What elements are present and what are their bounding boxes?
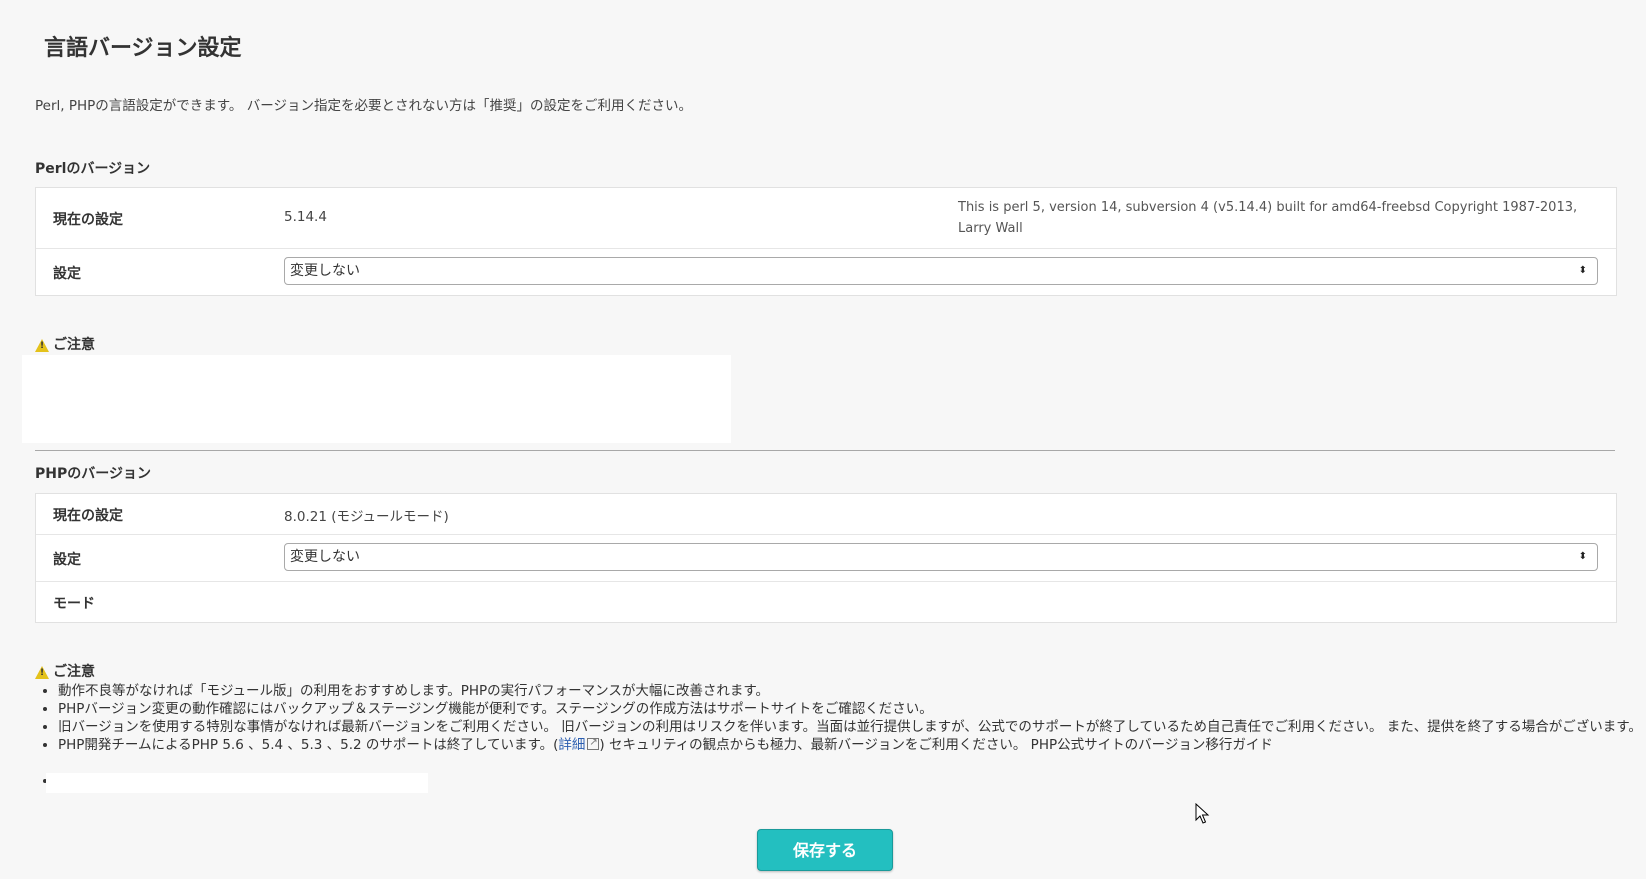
- perl-section-title: Perlのバージョン: [35, 161, 151, 177]
- php-caution-title: ご注意: [53, 664, 95, 680]
- note-text: PHP開発チームによるPHP 5.6 、5.4 、5.3 、5.2 のサポートは…: [58, 737, 559, 753]
- php-setting-row: 設定 変更しない ⬍: [36, 535, 1616, 582]
- mouse-cursor-icon: [1195, 803, 1210, 824]
- external-link-icon: [587, 734, 600, 752]
- details-link[interactable]: 詳細: [558, 737, 585, 753]
- redacted-area: [22, 355, 731, 443]
- perl-version-select[interactable]: 変更しない ⬍: [284, 257, 1598, 285]
- php-setting-label: 設定: [53, 552, 81, 568]
- perl-version-note: This is perl 5, version 14, subversion 4…: [958, 200, 1578, 236]
- php-select-value: 変更しない: [290, 549, 360, 565]
- php-mode-label: モード: [53, 596, 95, 612]
- list-item: PHP開発チームによるPHP 5.6 、5.4 、5.3 、5.2 のサポートは…: [58, 734, 1643, 754]
- php-current-value: 8.0.21 (モジュールモード): [284, 509, 449, 525]
- php-version-select[interactable]: 変更しない ⬍: [284, 543, 1598, 571]
- perl-setting-label: 設定: [53, 266, 81, 282]
- php-mode-row: モード: [36, 582, 1616, 622]
- php-current-label: 現在の設定: [53, 508, 123, 524]
- perl-current-label: 現在の設定: [53, 212, 123, 228]
- page-description: Perl, PHPの言語設定ができます。 バージョン指定を必要とされない方は「推…: [35, 98, 692, 114]
- save-button[interactable]: 保存する: [757, 829, 893, 871]
- list-item: 旧バージョンを使用する特別な事情がなければ最新バージョンをご利用ください。 旧バ…: [58, 718, 1643, 736]
- perl-settings-panel: 現在の設定 5.14.4 This is perl 5, version 14,…: [35, 187, 1617, 296]
- php-caution-heading: ご注意: [35, 661, 95, 681]
- perl-current-value: 5.14.4: [284, 209, 327, 225]
- perl-select-value: 変更しない: [290, 263, 360, 279]
- page-title: 言語バージョン設定: [44, 36, 242, 61]
- warning-icon: [35, 665, 49, 679]
- perl-current-row: 現在の設定 5.14.4 This is perl 5, version 14,…: [36, 188, 1616, 249]
- select-arrows-icon: ⬍: [1578, 551, 1587, 562]
- language-version-settings-page: 言語バージョン設定 Perl, PHPの言語設定ができます。 バージョン指定を必…: [0, 0, 1646, 879]
- select-arrows-icon: ⬍: [1578, 265, 1587, 276]
- redacted-area: [46, 773, 428, 793]
- warning-icon: [35, 338, 49, 352]
- perl-setting-row: 設定 変更しない ⬍: [36, 249, 1616, 295]
- list-item: PHPバージョン変更の動作確認にはバックアップ＆ステージング機能が便利です。ステ…: [58, 700, 1643, 718]
- perl-caution-title: ご注意: [53, 337, 95, 353]
- php-current-row: 現在の設定 8.0.21 (モジュールモード): [36, 494, 1616, 535]
- list-item: 動作不良等がなければ「モジュール版」の利用をおすすめします。PHPの実行パフォー…: [58, 682, 1643, 700]
- section-divider: [35, 450, 1615, 451]
- perl-caution-heading: ご注意: [35, 334, 95, 354]
- note-text: ) セキュリティの観点からも極力、最新バージョンをご利用ください。 PHP公式サ…: [599, 737, 1273, 753]
- php-settings-panel: 現在の設定 8.0.21 (モジュールモード) 設定 変更しない ⬍ モード: [35, 493, 1617, 623]
- php-section-title: PHPのバージョン: [35, 466, 151, 482]
